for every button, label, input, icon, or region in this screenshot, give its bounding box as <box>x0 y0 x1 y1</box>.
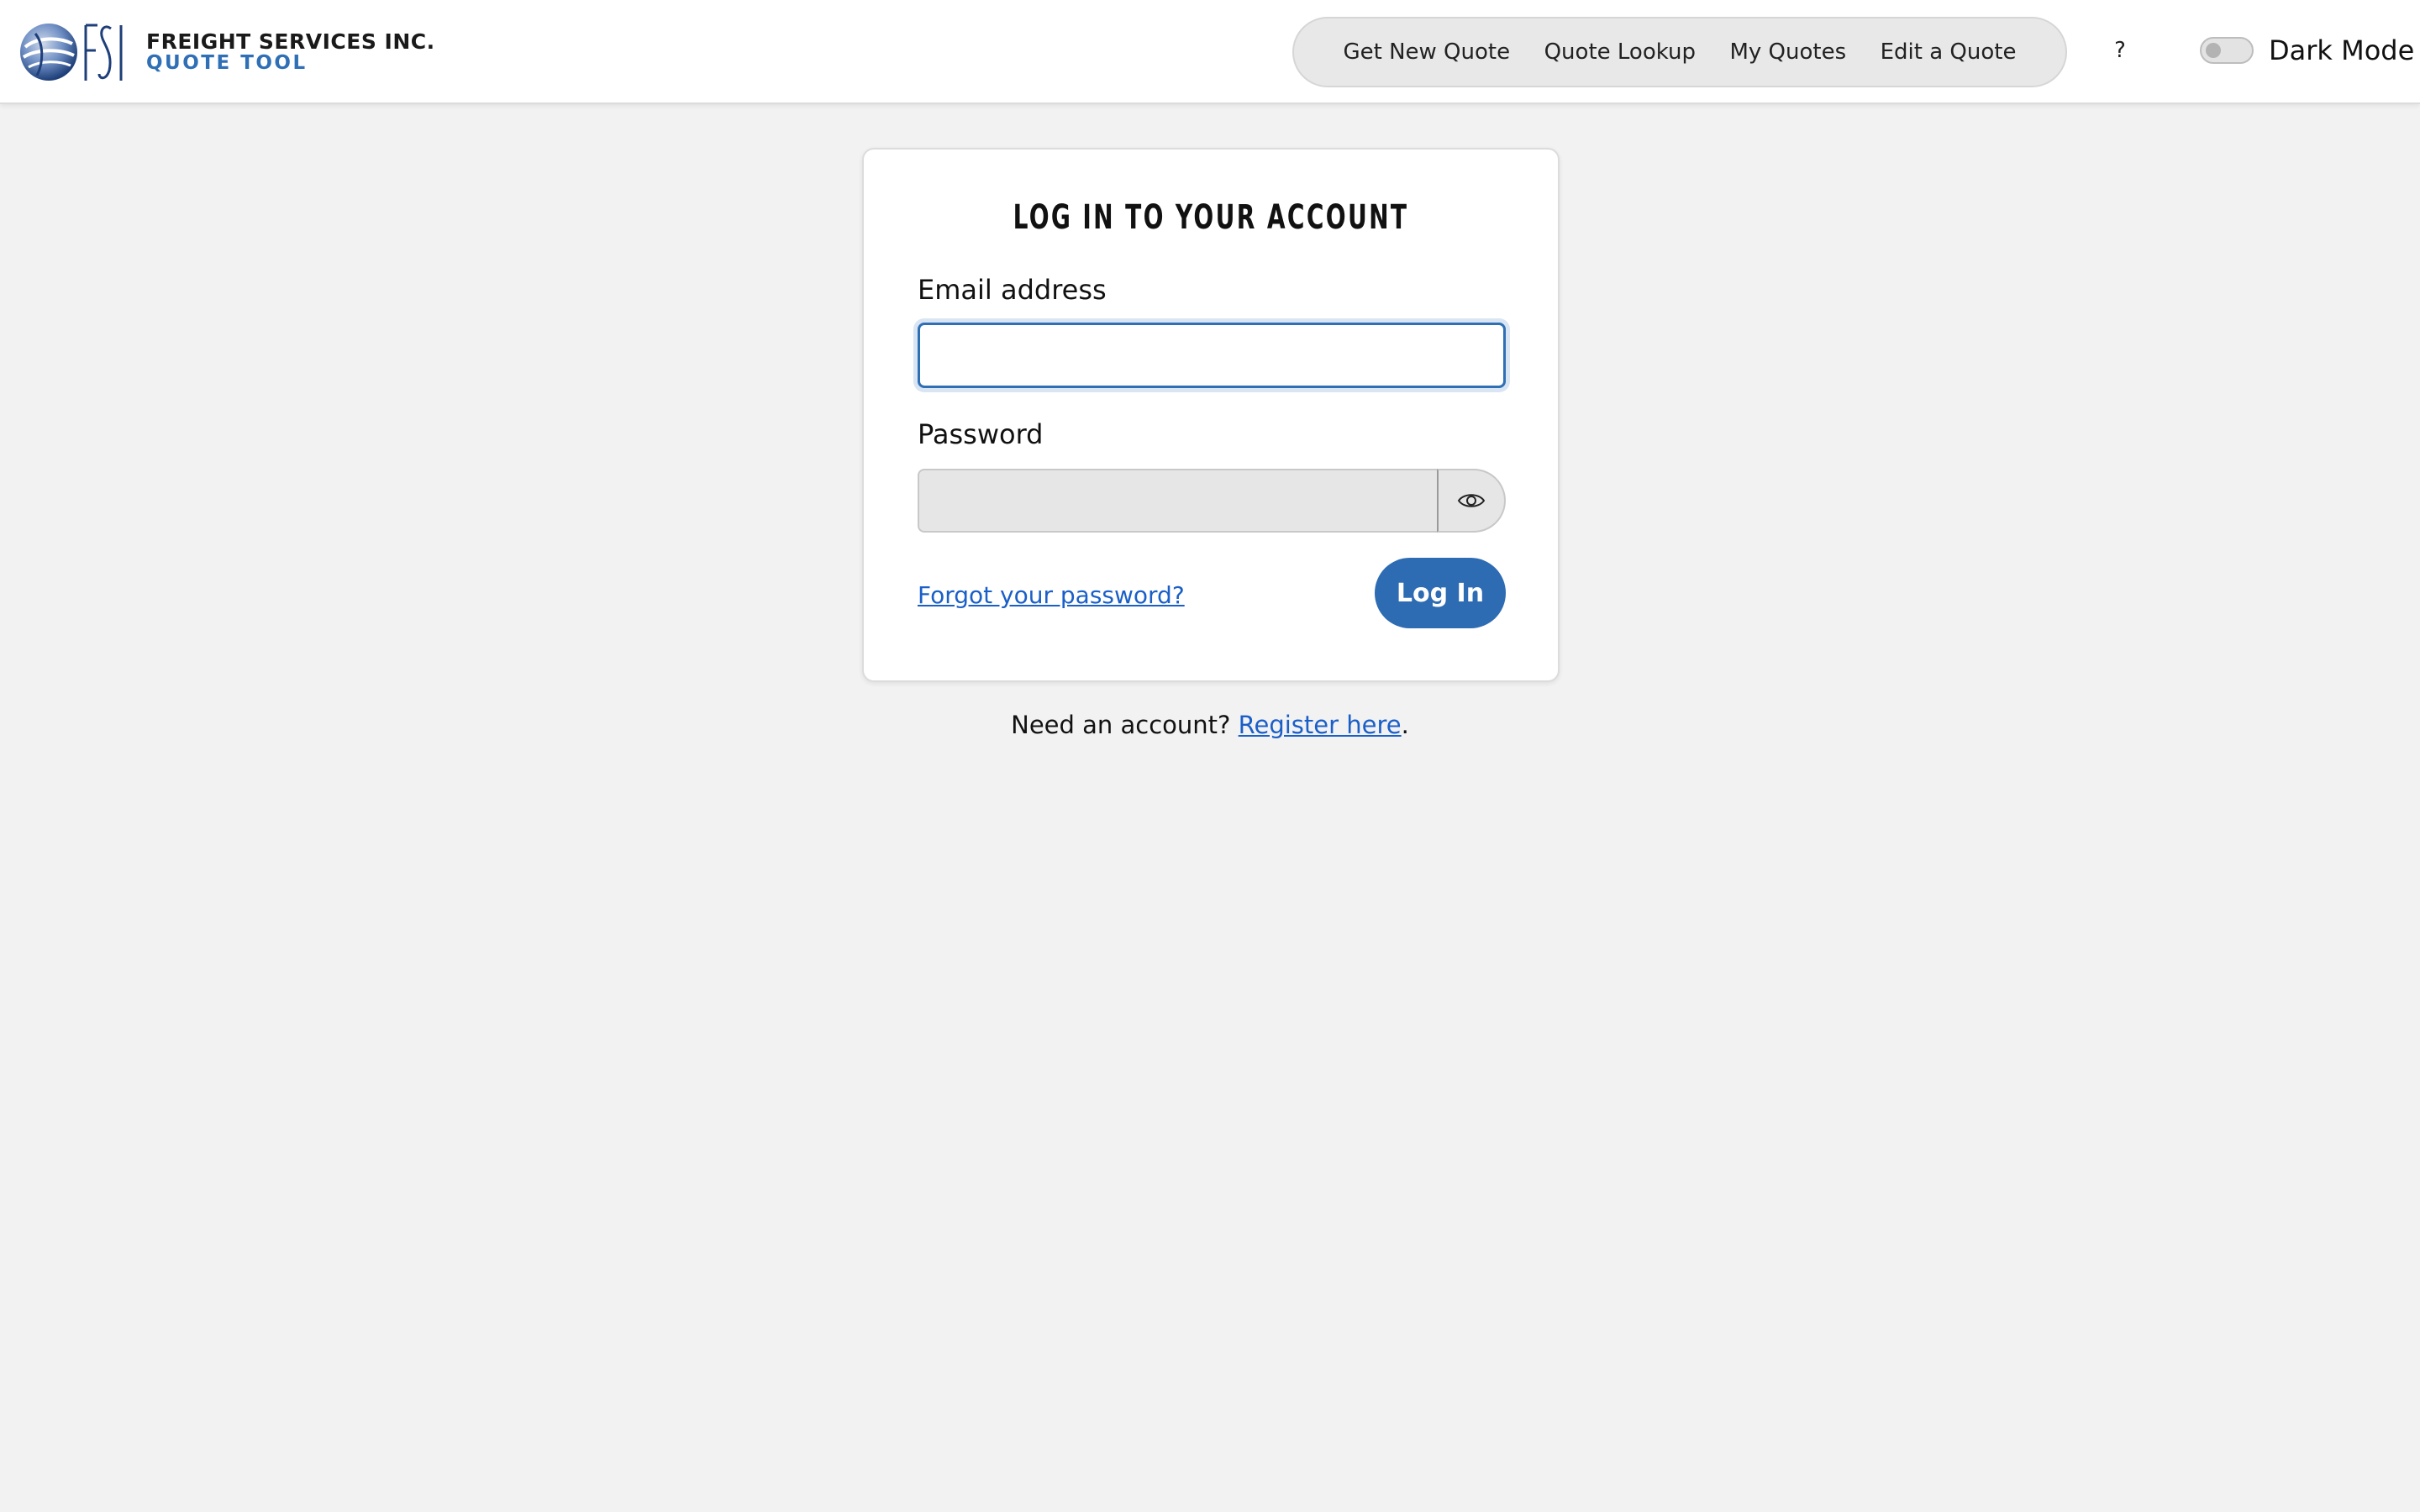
email-input[interactable] <box>918 323 1506 388</box>
fsi-logo[interactable]: FREIGHT SERVICES INC. QUOTE TOOL <box>18 18 435 86</box>
password-input[interactable] <box>918 469 1437 533</box>
register-link[interactable]: Register here <box>1239 711 1402 739</box>
help-button[interactable]: ? <box>2107 34 2133 67</box>
dark-mode-toggle[interactable] <box>2200 37 2254 64</box>
dark-mode-control: Dark Mode <box>2200 30 2414 71</box>
login-title: LOG IN TO YOUR ACCOUNT <box>1013 198 1409 237</box>
register-prompt: Need an account? Register here. <box>0 711 2420 739</box>
nav-edit-a-quote[interactable]: Edit a Quote <box>1881 39 2017 65</box>
app-header: FREIGHT SERVICES INC. QUOTE TOOL Get New… <box>0 0 2420 104</box>
main-nav: Get New Quote Quote Lookup My Quotes Edi… <box>1292 17 2067 87</box>
fsi-globe-logo-icon <box>20 24 123 81</box>
password-group <box>918 469 1506 533</box>
nav-quote-lookup[interactable]: Quote Lookup <box>1544 39 1696 65</box>
nav-get-new-quote[interactable]: Get New Quote <box>1343 39 1510 65</box>
forgot-password-link[interactable]: Forgot your password? <box>918 581 1185 609</box>
login-card: LOG IN TO YOUR ACCOUNT Email address Pas… <box>862 148 1560 682</box>
logo-text: FREIGHT SERVICES INC. QUOTE TOOL <box>146 30 435 75</box>
logo-product-name: QUOTE TOOL <box>146 52 308 75</box>
password-label: Password <box>918 418 1044 450</box>
nav-my-quotes[interactable]: My Quotes <box>1729 39 1846 65</box>
logo-company-name: FREIGHT SERVICES INC. <box>146 29 435 54</box>
toggle-knob <box>2206 43 2221 58</box>
show-password-button[interactable] <box>1437 469 1506 533</box>
eye-icon <box>1457 494 1486 507</box>
dark-mode-label: Dark Mode <box>2269 34 2415 66</box>
log-in-button[interactable]: Log In <box>1375 558 1506 628</box>
register-suffix: . <box>1401 711 1409 739</box>
register-prefix: Need an account? <box>1011 711 1239 739</box>
email-label: Email address <box>918 274 1107 306</box>
